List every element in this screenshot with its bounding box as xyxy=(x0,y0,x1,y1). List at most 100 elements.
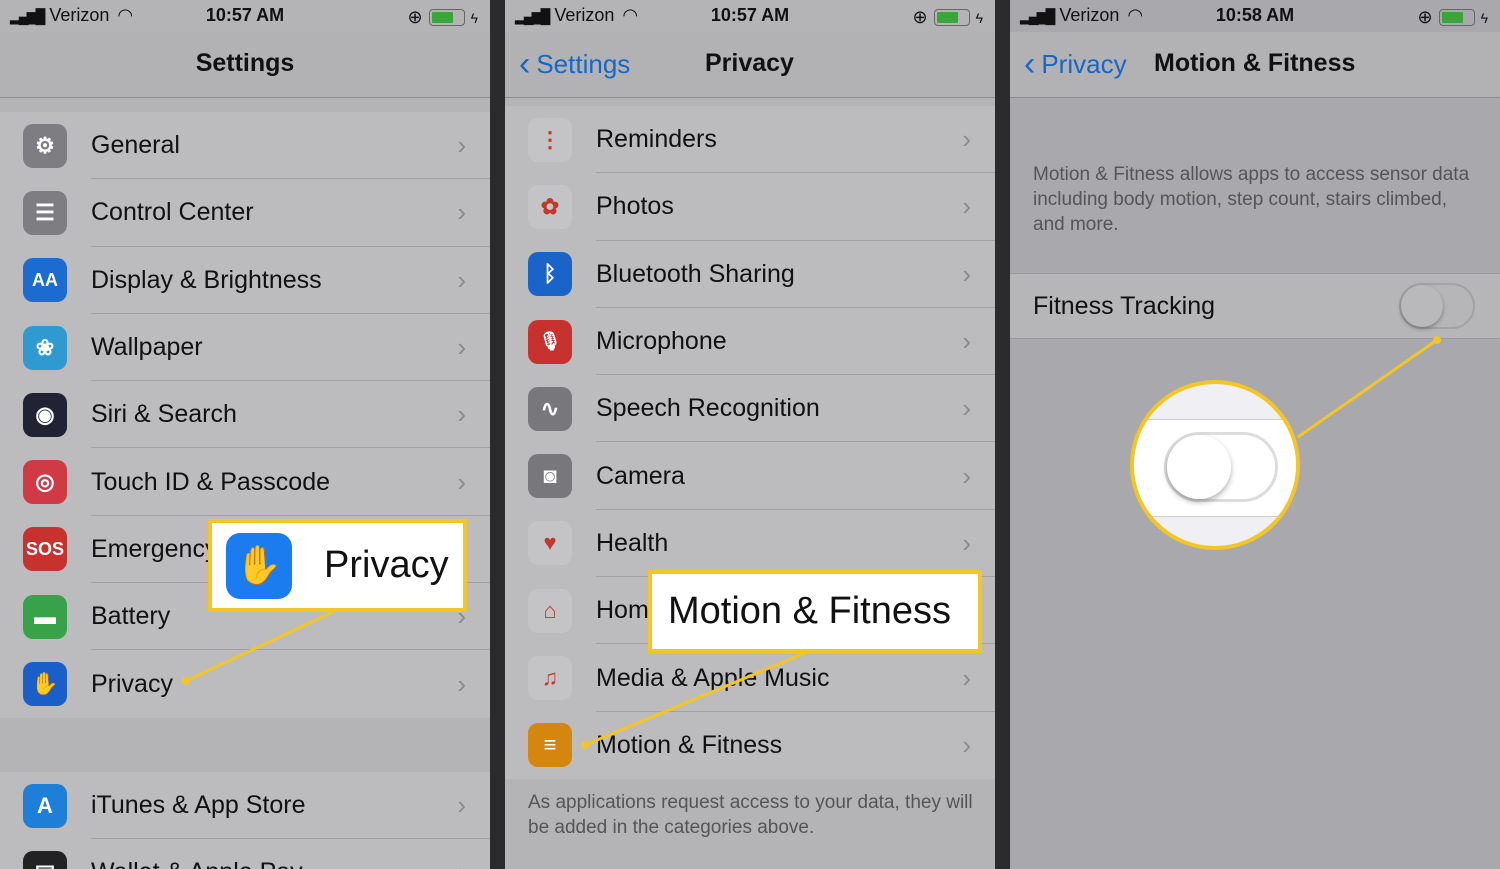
item-label: Touch ID & Passcode xyxy=(91,467,331,496)
music-icon: ♫ xyxy=(528,656,572,701)
item-label: Control Center xyxy=(91,198,254,227)
list-item-touch-id-passcode[interactable]: ◎ Touch ID & Passcode › xyxy=(0,448,490,517)
motion-fitness-screen: ▂▄▆█ Verizon ◠ 10:58 AM ⊕ ϟ ‹ Privacy Motion & F… xyxy=(1010,0,1500,869)
chevron-right-icon: › xyxy=(962,191,971,222)
list-item-reminders[interactable]: ⋮ Reminders › xyxy=(505,106,995,174)
privacy-screen: ⋮ Reminders › ✿ Photos › ᛒ Bluetooth Sharing › 🎙 M… xyxy=(505,0,995,869)
rotation-lock-icon: ⊕ xyxy=(912,7,928,27)
callout-label: Motion & Fitness xyxy=(668,590,951,632)
siri-icon: ◉ xyxy=(23,392,67,437)
settings-list: ⚙ General › ☰ Control Center › AA Display & Bri… xyxy=(0,112,490,718)
chevron-right-icon: › xyxy=(962,326,971,357)
chevron-right-icon: › xyxy=(962,258,971,289)
charging-icon: ϟ xyxy=(975,9,983,26)
list-item-wallpaper[interactable]: ❀ Wallpaper › xyxy=(0,314,490,382)
list-item-itunes-app-store[interactable]: AiTunes & App Store › xyxy=(0,772,490,840)
charging-icon: ϟ xyxy=(470,9,478,26)
back-label: Settings xyxy=(536,48,631,79)
item-label: Bluetooth Sharing xyxy=(596,259,795,288)
item-label: Display & Brightness xyxy=(91,265,322,294)
fitness-tracking-toggle[interactable] xyxy=(1399,283,1475,329)
item-label: Reminders xyxy=(596,125,717,154)
heart-icon: ♥ xyxy=(528,521,572,566)
chevron-right-icon: › xyxy=(457,264,466,295)
battery-icon xyxy=(1438,9,1475,26)
back-button[interactable]: ‹ Settings xyxy=(519,47,630,81)
callout-label: Privacy xyxy=(324,544,449,586)
page-title: Motion & Fitness xyxy=(1154,49,1356,77)
list-item-microphone[interactable]: 🎙 Microphone › xyxy=(505,308,995,376)
motion-description: Motion & Fitness allows apps to access s… xyxy=(1033,164,1470,235)
bluetooth-icon: ᛒ xyxy=(528,252,572,297)
rotation-lock-icon: ⊕ xyxy=(407,7,423,27)
hand-icon: ✋ xyxy=(226,532,292,599)
waveform-icon: ∿ xyxy=(528,386,572,431)
rotation-lock-icon: ⊕ xyxy=(1417,7,1433,27)
setting-label: Fitness Tracking xyxy=(1033,292,1216,320)
battery-icon xyxy=(933,9,970,26)
page-title: Privacy xyxy=(705,49,794,77)
settings-list: ⋮ Reminders › ✿ Photos › ᛒ Bluetooth Sharing › 🎙 M… xyxy=(505,106,995,779)
gear-icon: ⚙ xyxy=(23,123,67,168)
chevron-right-icon: › xyxy=(457,130,466,161)
chevron-right-icon: › xyxy=(457,857,466,869)
chevron-left-icon: ‹ xyxy=(1024,45,1036,83)
chevron-right-icon: › xyxy=(962,729,971,760)
item-label: Microphone xyxy=(596,327,727,356)
list-item-speech-recognition[interactable]: ∿ Speech Recognition › xyxy=(505,375,995,443)
item-label: Siri & Search xyxy=(91,400,237,429)
chevron-right-icon: › xyxy=(962,662,971,693)
chevron-right-icon: › xyxy=(457,790,466,821)
item-label: Speech Recognition xyxy=(596,394,820,423)
navigation-bar: ‹ Privacy Motion & Fitness xyxy=(1010,32,1500,98)
list-item-siri-search[interactable]: ◉ Siri & Search › xyxy=(0,381,490,449)
battery-status: ⊕ ϟ xyxy=(912,7,983,28)
list-item-motion-fitness[interactable]: ≡ Motion & Fitness › xyxy=(505,712,995,779)
fingerprint-icon: ◎ xyxy=(23,460,67,505)
list-item-bluetooth-sharing[interactable]: ᛒ Bluetooth Sharing › xyxy=(505,241,995,309)
photos-icon: ✿ xyxy=(528,184,572,229)
magnified-toggle-icon xyxy=(1164,432,1278,502)
list-item-general[interactable]: ⚙ General › xyxy=(0,112,490,180)
item-label: Motion & Fitness xyxy=(596,730,783,759)
item-label: Health xyxy=(596,528,669,557)
status-bar: ▂▄▆█ Verizon ◠ 10:57 AM ⊕ ϟ xyxy=(505,0,995,32)
item-label: Wallpaper xyxy=(91,333,203,362)
microphone-icon: 🎙 xyxy=(528,319,572,364)
home-icon: ⌂ xyxy=(528,588,572,633)
privacy-footer: As applications request access to your d… xyxy=(528,792,973,838)
back-button[interactable]: ‹ Privacy xyxy=(1024,47,1127,81)
list-item-photos[interactable]: ✿ Photos › xyxy=(505,173,995,241)
back-label: Privacy xyxy=(1041,48,1127,79)
chevron-right-icon: › xyxy=(962,460,971,491)
settings-list: AiTunes & App Store › ▤ Wallet & Apple Pay › xyxy=(0,772,490,869)
reminders-icon: ⋮ xyxy=(528,117,572,162)
fitness-tracking-row: Fitness Tracking xyxy=(1010,273,1500,339)
chevron-right-icon: › xyxy=(457,466,466,497)
flower-icon: ❀ xyxy=(23,325,67,370)
list-item-display-brightness[interactable]: AA Display & Brightness › xyxy=(0,247,490,315)
item-label: Privacy xyxy=(91,669,173,698)
sos-icon: SOS xyxy=(23,527,67,572)
camera-icon: ◙ xyxy=(528,454,572,499)
list-item-health[interactable]: ♥ Health › xyxy=(505,510,995,578)
list-item-camera[interactable]: ◙ Camera › xyxy=(505,442,995,511)
motion-fitness-callout: Motion & Fitness xyxy=(648,570,982,653)
list-item-control-center[interactable]: ☰ Control Center › xyxy=(0,179,490,247)
chevron-right-icon: › xyxy=(962,527,971,558)
privacy-callout: ✋ Privacy xyxy=(208,519,467,612)
battery-status: ⊕ ϟ xyxy=(1417,7,1488,28)
list-item-media-apple-music[interactable]: ♫ Media & Apple Music › xyxy=(505,644,995,712)
toggles-icon: ☰ xyxy=(23,190,67,235)
settings-screen: ⚙ General › ☰ Control Center › AA Display & Bri… xyxy=(0,0,490,869)
item-label: Camera xyxy=(596,461,685,490)
item-label: iTunes & App Store xyxy=(91,791,306,820)
text-size-icon: AA xyxy=(23,258,67,303)
chevron-right-icon: › xyxy=(962,393,971,424)
battery-icon: ▬ xyxy=(23,594,67,639)
list-item-privacy[interactable]: ✋ Privacy › xyxy=(0,650,490,717)
battery-status: ⊕ ϟ xyxy=(407,7,478,28)
list-item-wallet-apple-pay[interactable]: ▤ Wallet & Apple Pay › xyxy=(0,839,490,869)
navigation-bar: Settings xyxy=(0,32,490,98)
item-label: Media & Apple Music xyxy=(596,663,830,692)
